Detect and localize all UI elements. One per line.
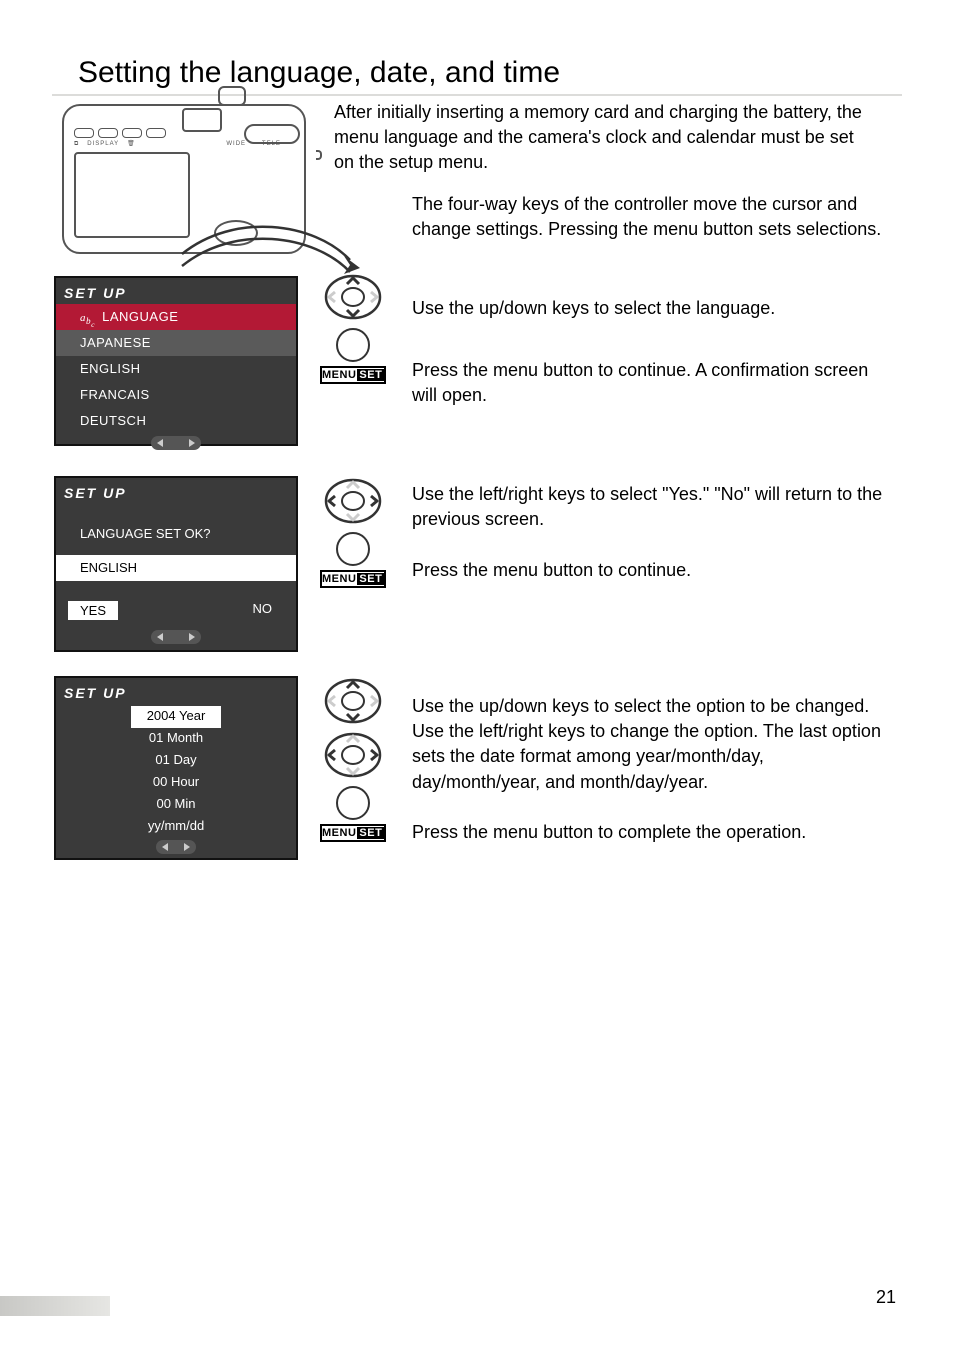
confirm-prompt: LANGUAGE SET OK? <box>56 504 296 555</box>
setup-header: SET UP <box>56 278 296 304</box>
language-option-francais: FRANCAIS <box>56 382 296 408</box>
page-title: Setting the language, date, and time <box>78 56 560 90</box>
confirm-value: ENGLISH <box>56 555 296 581</box>
setup-screen-language: SET UP abc LANGUAGE JAPANESE ENGLISH FRA… <box>54 276 298 446</box>
setup-header: SET UP <box>56 478 296 504</box>
controls-column-2: MENUSET <box>316 478 390 598</box>
step3a-paragraph: Use the up/down keys to select the optio… <box>412 694 884 795</box>
screen-footer <box>56 838 296 860</box>
step2a-paragraph: Use the left/right keys to select "Yes."… <box>412 482 884 532</box>
setup-label: SET UP <box>64 685 127 701</box>
setup-screen-confirm: SET UP LANGUAGE SET OK? ENGLISH YES NO <box>54 476 298 652</box>
date-row-month: 01 Month <box>56 728 296 750</box>
step2b-paragraph: Press the menu button to continue. <box>412 558 884 583</box>
yes-option: YES <box>68 601 118 620</box>
date-row-day: 01 Day <box>56 750 296 772</box>
page-number: 21 <box>876 1287 896 1308</box>
menu-set-label: MENUSET <box>320 366 386 384</box>
language-option-japanese: JAPANESE <box>56 330 296 356</box>
language-label: LANGUAGE <box>102 309 178 324</box>
setup-label: SET UP <box>64 285 127 301</box>
dpad-updown-icon <box>324 678 382 724</box>
date-row-min: 00 Min <box>56 794 296 816</box>
menu-set-label: MENUSET <box>320 570 386 588</box>
setup-screen-datetime: SET UP 2004 Year 01 Month 01 Day 00 Hour… <box>54 676 298 860</box>
language-option-english: ENGLISH <box>56 356 296 382</box>
language-row: abc LANGUAGE <box>56 304 296 330</box>
step1b-paragraph: Press the menu button to continue. A con… <box>412 358 884 408</box>
menu-button-icon <box>336 328 370 362</box>
menu-button-icon <box>336 532 370 566</box>
left-right-pill-icon <box>151 436 201 450</box>
dpad-updown-icon <box>324 274 382 320</box>
controller-paragraph: The four-way keys of the controller move… <box>412 192 884 242</box>
intro-paragraph: After initially inserting a memory card … <box>334 100 874 176</box>
date-row-hour: 00 Hour <box>56 772 296 794</box>
setup-label: SET UP <box>64 485 127 501</box>
controls-column-1: MENUSET <box>316 274 390 394</box>
camera-back-illustration: ⧉ DISPLAY 🗑 WIDE TELE <box>54 90 314 265</box>
date-row-year: 2004 Year <box>131 706 221 728</box>
screen-footer <box>56 628 296 650</box>
step3b-paragraph: Press the menu button to complete the op… <box>412 820 884 845</box>
left-right-pill-icon <box>151 630 201 644</box>
dpad-leftright-icon <box>324 732 382 778</box>
no-option: NO <box>253 601 273 620</box>
setup-header: SET UP <box>56 678 296 704</box>
controls-column-3: MENUSET <box>316 678 390 856</box>
left-right-pill-icon <box>156 840 196 854</box>
dpad-leftright-icon <box>324 478 382 524</box>
screen-footer <box>56 434 296 456</box>
menu-set-label: MENUSET <box>320 824 386 842</box>
date-row-format: yy/mm/dd <box>56 816 296 838</box>
step1a-paragraph: Use the up/down keys to select the langu… <box>412 296 884 321</box>
footer-bar <box>0 1296 110 1316</box>
language-option-deutsch: DEUTSCH <box>56 408 296 434</box>
menu-button-icon <box>336 786 370 820</box>
yes-no-row: YES NO <box>56 581 296 628</box>
